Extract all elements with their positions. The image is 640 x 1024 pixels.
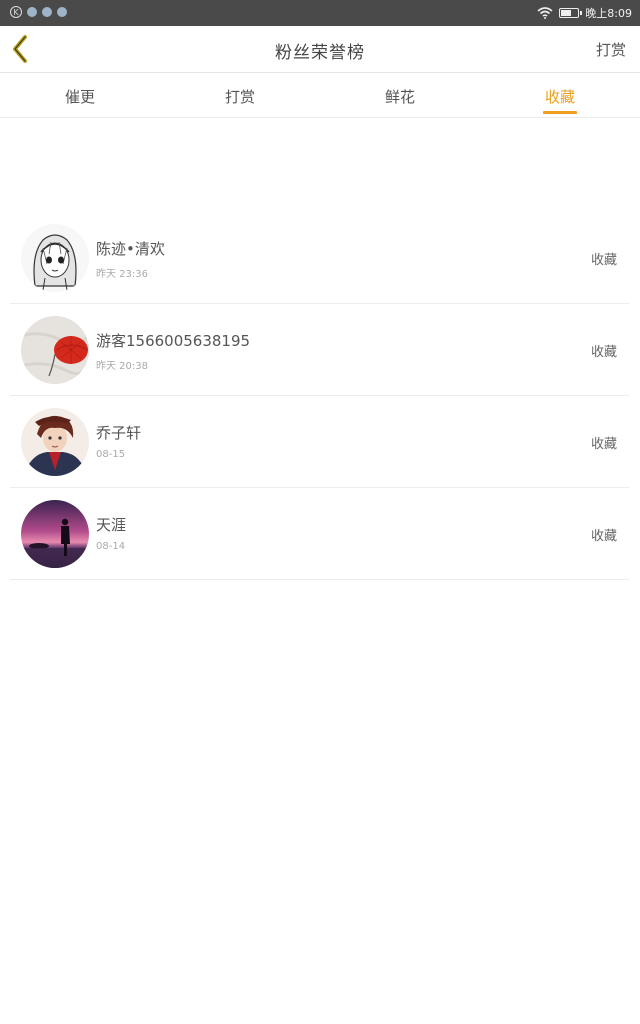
list-item[interactable]: 陈迹•清欢 昨天 23:36 收藏 <box>10 212 629 304</box>
user-name: 游客1566005638195 <box>96 332 251 350</box>
status-bar: K 晚上8:09 <box>0 0 640 26</box>
action-label: 收藏 <box>590 253 617 268</box>
list-item[interactable]: 游客1566005638195 昨天 20:38 收藏 <box>10 304 629 396</box>
notification-dot-icon <box>57 7 67 17</box>
user-name: 天涯 <box>96 516 127 534</box>
avatar <box>21 316 89 384</box>
action-label: 收藏 <box>590 345 617 360</box>
tab-label: 催更 <box>64 88 95 106</box>
navigation-header: 粉丝荣誉榜 打赏 <box>0 26 640 73</box>
active-tab-indicator <box>543 111 577 114</box>
timestamp: 昨天 23:36 <box>96 269 148 280</box>
user-name: 乔子轩 <box>96 424 142 442</box>
timestamp: 昨天 20:38 <box>96 361 148 372</box>
avatar <box>21 408 89 476</box>
timestamp: 08-14 <box>96 541 126 552</box>
tab-flowers[interactable]: 鲜花 <box>320 73 480 117</box>
page-title: 粉丝荣誉榜 <box>275 43 365 63</box>
status-time: 晚上8:09 <box>585 7 632 20</box>
notification-icons: K <box>10 6 67 18</box>
tab-bar: 催更 打赏 鲜花 收藏 <box>0 73 640 118</box>
avatar <box>21 500 89 568</box>
action-label: 收藏 <box>590 437 617 452</box>
action-label: 收藏 <box>590 529 617 544</box>
user-name: 陈迹•清欢 <box>96 240 165 258</box>
tab-label: 打赏 <box>224 88 255 106</box>
timestamp: 08-15 <box>96 449 126 460</box>
tab-label: 收藏 <box>544 88 575 106</box>
tab-favorites[interactable]: 收藏 <box>480 73 640 117</box>
list-item[interactable]: 天涯 08-14 收藏 <box>10 488 629 580</box>
notification-dot-icon <box>27 7 37 17</box>
status-indicators: 晚上8:09 <box>537 5 632 21</box>
battery-icon <box>559 8 583 18</box>
tab-reward[interactable]: 打赏 <box>160 73 320 117</box>
list-item[interactable]: 乔子轩 08-15 收藏 <box>10 396 629 488</box>
tab-label: 鲜花 <box>384 88 415 106</box>
fan-list: 陈迹•清欢 昨天 23:36 收藏 游客1566005638195 昨天 20:… <box>10 212 629 580</box>
reward-button[interactable]: 打赏 <box>596 39 626 60</box>
wifi-icon <box>537 7 553 19</box>
tab-urge[interactable]: 催更 <box>0 73 160 117</box>
avatar <box>21 224 89 292</box>
notification-dot-icon <box>42 7 52 17</box>
k-app-icon: K <box>10 6 22 18</box>
